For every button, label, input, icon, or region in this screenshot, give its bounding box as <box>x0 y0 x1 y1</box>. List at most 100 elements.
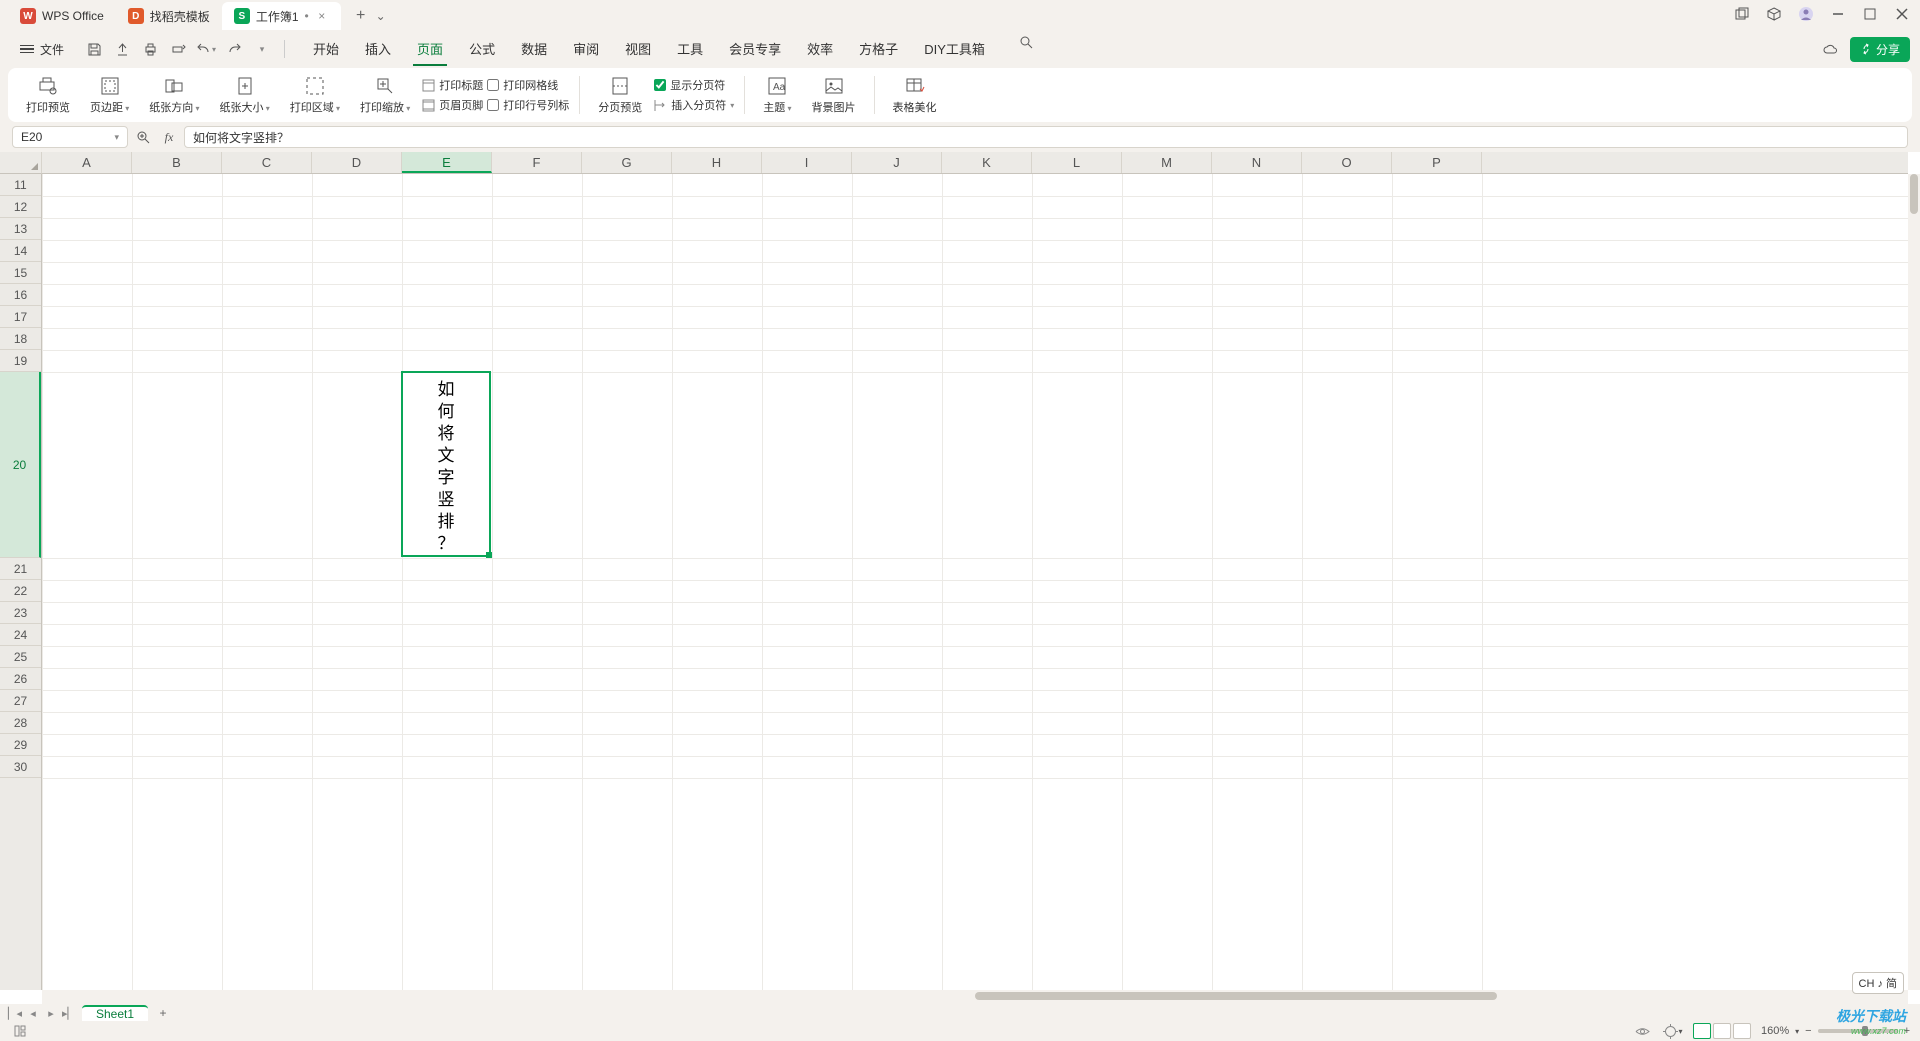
menu-efficiency[interactable]: 效率 <box>803 33 837 66</box>
save-icon[interactable] <box>84 39 104 59</box>
quick-print-icon[interactable] <box>168 39 188 59</box>
row-header-29[interactable]: 29 <box>0 734 41 756</box>
menu-vip[interactable]: 会员专享 <box>725 33 785 66</box>
col-header-L[interactable]: L <box>1032 152 1122 173</box>
col-header-M[interactable]: M <box>1122 152 1212 173</box>
zoom-out-button[interactable]: − <box>1805 1025 1811 1037</box>
menu-review[interactable]: 审阅 <box>569 33 603 66</box>
menu-formula[interactable]: 公式 <box>465 33 499 66</box>
minimize-button[interactable] <box>1828 4 1848 24</box>
table-beautify-button[interactable]: 表格美化 <box>885 71 945 119</box>
col-header-J[interactable]: J <box>852 152 942 173</box>
zoom-in-button[interactable]: + <box>1904 1025 1910 1037</box>
fx-icon[interactable]: fx <box>160 128 178 146</box>
file-menu[interactable]: 文件 <box>12 37 72 62</box>
col-header-G[interactable]: G <box>582 152 672 173</box>
row-header-30[interactable]: 30 <box>0 756 41 778</box>
sheet-next-button[interactable]: ▸ <box>44 1007 58 1020</box>
menu-diy[interactable]: DIY工具箱 <box>920 33 989 66</box>
row-header-18[interactable]: 18 <box>0 328 41 350</box>
selected-cell[interactable]: 如何将文字竖排？ <box>401 371 491 557</box>
menu-page[interactable]: 页面 <box>413 33 447 66</box>
qat-customize-dd[interactable]: ▾ <box>252 39 272 59</box>
spreadsheet[interactable]: ABCDEFGHIJKLMNOP 11121314151617181920212… <box>0 152 1920 1004</box>
new-tab-button[interactable]: + <box>349 4 373 28</box>
undo-icon[interactable]: ▾ <box>196 39 216 59</box>
eye-icon[interactable] <box>1633 1021 1653 1041</box>
paper-size-button[interactable]: 纸张大小 <box>212 71 278 119</box>
col-header-B[interactable]: B <box>132 152 222 173</box>
export-icon[interactable] <box>112 39 132 59</box>
close-button[interactable] <box>1892 4 1912 24</box>
expand-formula-icon[interactable] <box>134 128 152 146</box>
col-header-E[interactable]: E <box>402 152 492 173</box>
page-break-preview-button[interactable]: 分页预览 <box>590 71 650 119</box>
row-header-17[interactable]: 17 <box>0 306 41 328</box>
window-multi-icon[interactable] <box>1732 4 1752 24</box>
row-header-28[interactable]: 28 <box>0 712 41 734</box>
row-header-25[interactable]: 25 <box>0 646 41 668</box>
menu-fangge[interactable]: 方格子 <box>855 33 902 66</box>
sheet-last-button[interactable]: ▸▏ <box>62 1007 76 1020</box>
col-header-H[interactable]: H <box>672 152 762 173</box>
view-page-layout-button[interactable] <box>1713 1023 1731 1039</box>
col-header-K[interactable]: K <box>942 152 1032 173</box>
view-page-break-button[interactable] <box>1733 1023 1751 1039</box>
menu-start[interactable]: 开始 <box>309 33 343 66</box>
share-button[interactable]: 分享 <box>1850 37 1910 62</box>
row-header-26[interactable]: 26 <box>0 668 41 690</box>
col-header-N[interactable]: N <box>1212 152 1302 173</box>
cube-icon[interactable] <box>1764 4 1784 24</box>
row-header-20[interactable]: 20 <box>0 372 41 558</box>
add-sheet-button[interactable]: + <box>154 1006 172 1020</box>
show-page-chars-checkbox[interactable]: 显示分页符 <box>654 77 725 93</box>
zoom-slider[interactable] <box>1818 1029 1898 1033</box>
focus-icon[interactable]: ▾ <box>1663 1021 1683 1041</box>
print-title-button[interactable]: 打印标题 <box>422 77 483 93</box>
print-gridlines-checkbox[interactable]: 打印网格线 <box>487 77 569 93</box>
header-footer-button[interactable]: 页眉页脚 <box>422 97 483 113</box>
print-rowcol-checkbox[interactable]: 打印行号列标 <box>487 97 569 113</box>
formula-bar[interactable]: 如何将文字竖排？ <box>184 126 1908 148</box>
horizontal-scrollbar[interactable] <box>42 990 1908 1004</box>
vertical-scrollbar[interactable] <box>1908 174 1920 990</box>
user-avatar-icon[interactable] <box>1796 4 1816 24</box>
margins-button[interactable]: 页边距 <box>82 71 137 119</box>
row-header-14[interactable]: 14 <box>0 240 41 262</box>
tab-list-dropdown[interactable]: ⌄ <box>373 9 389 23</box>
tab-workbook[interactable]: S 工作簿1 • × <box>222 2 341 30</box>
select-all-corner[interactable] <box>0 152 42 174</box>
row-header-27[interactable]: 27 <box>0 690 41 712</box>
status-mode-icon[interactable] <box>10 1021 30 1041</box>
tab-docer[interactable]: D 找稻壳模板 <box>116 2 222 30</box>
row-header-19[interactable]: 19 <box>0 350 41 372</box>
print-icon[interactable] <box>140 39 160 59</box>
print-area-button[interactable]: 打印区域 <box>282 71 348 119</box>
insert-break-button[interactable]: 插入分页符▾ <box>654 97 734 113</box>
maximize-button[interactable] <box>1860 4 1880 24</box>
col-header-P[interactable]: P <box>1392 152 1482 173</box>
menu-data[interactable]: 数据 <box>517 33 551 66</box>
col-header-D[interactable]: D <box>312 152 402 173</box>
row-header-23[interactable]: 23 <box>0 602 41 624</box>
col-header-C[interactable]: C <box>222 152 312 173</box>
ime-indicator[interactable]: CH ♪ 简 <box>1852 972 1905 994</box>
search-icon[interactable] <box>1017 33 1037 53</box>
row-header-24[interactable]: 24 <box>0 624 41 646</box>
menu-insert[interactable]: 插入 <box>361 33 395 66</box>
sheet-tab[interactable]: Sheet1 <box>82 1005 148 1021</box>
menu-view[interactable]: 视图 <box>621 33 655 66</box>
row-header-22[interactable]: 22 <box>0 580 41 602</box>
col-header-F[interactable]: F <box>492 152 582 173</box>
tab-wps-office[interactable]: W WPS Office <box>8 2 116 30</box>
name-box[interactable]: E20 ▾ <box>12 126 128 148</box>
row-header-11[interactable]: 11 <box>0 174 41 196</box>
row-header-21[interactable]: 21 <box>0 558 41 580</box>
tab-close-button[interactable]: × <box>315 9 329 23</box>
theme-button[interactable]: Aa 主题 <box>755 71 799 119</box>
row-header-12[interactable]: 12 <box>0 196 41 218</box>
view-normal-button[interactable] <box>1693 1023 1711 1039</box>
col-header-I[interactable]: I <box>762 152 852 173</box>
col-header-A[interactable]: A <box>42 152 132 173</box>
redo-icon[interactable] <box>224 39 244 59</box>
